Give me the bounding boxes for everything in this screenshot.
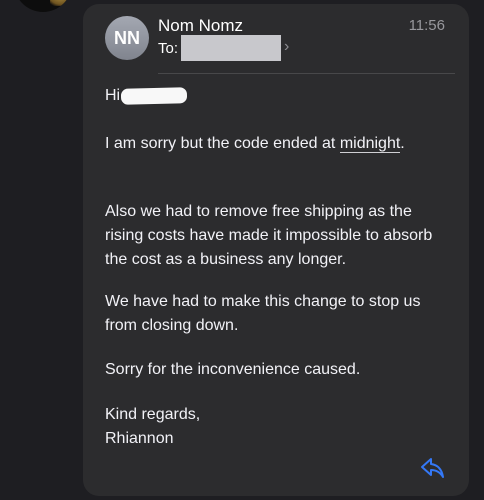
reply-arrow-icon[interactable] xyxy=(419,456,447,480)
body-line-1: I am sorry but the code ended at midnigh… xyxy=(105,132,455,156)
body-paragraph-3-line: from closing down. xyxy=(105,317,239,334)
body-paragraph-3-line: We have had to make this change to stop … xyxy=(105,293,421,310)
signature: Rhiannon xyxy=(105,430,174,447)
body-paragraph-2: Also we had to remove free shipping as t… xyxy=(105,200,455,272)
to-label: To: xyxy=(158,40,179,57)
body-paragraph-4: Sorry for the inconvenience caused. xyxy=(105,361,361,378)
message-bubble: NN Nom Nomz 11:56 To: › Hi I am sorry bu… xyxy=(83,4,469,496)
body-paragraph-2-line: Also we had to remove free shipping as t… xyxy=(105,203,412,220)
recipient-redacted[interactable] xyxy=(181,35,281,61)
body-paragraph-3: We have had to make this change to stop … xyxy=(105,290,455,338)
chevron-right-icon[interactable]: › xyxy=(284,38,289,56)
message-time: 11:56 xyxy=(408,17,445,34)
greeting-name-redacted xyxy=(120,87,188,105)
signoff: Kind regards, xyxy=(105,406,201,423)
body-paragraph-2-line: the cost as a business any longer. xyxy=(105,251,347,268)
body-line-1-text: I am sorry but the code ended at xyxy=(105,135,340,152)
midnight-link[interactable]: midnight xyxy=(339,135,401,153)
body-line-1-end: . xyxy=(400,135,405,152)
sender-name[interactable]: Nom Nomz xyxy=(158,16,243,36)
sender-avatar[interactable]: NN xyxy=(105,16,149,60)
body-paragraph-2-line: rising costs have made it impossible to … xyxy=(105,227,433,244)
header-divider xyxy=(158,73,455,74)
contact-avatar xyxy=(14,0,72,12)
